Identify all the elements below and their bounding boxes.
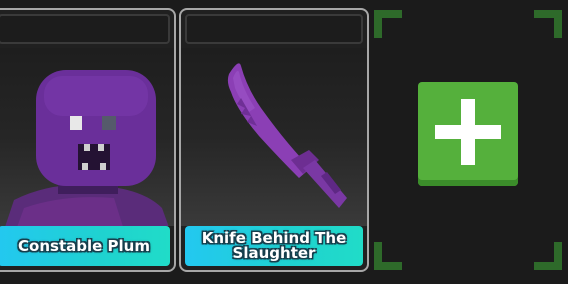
item-card-header bbox=[0, 14, 170, 44]
corner-bracket-icon bbox=[534, 242, 562, 270]
character-thumbnail bbox=[0, 48, 174, 226]
corner-bracket-icon bbox=[534, 10, 562, 38]
item-name-label: Constable Plum bbox=[0, 226, 170, 266]
item-name-label: Knife Behind The Slaughter bbox=[185, 226, 363, 266]
character-avatar-icon bbox=[5, 70, 169, 226]
weapon-thumbnail bbox=[181, 48, 367, 226]
item-card-knife[interactable]: Knife Behind The Slaughter bbox=[179, 8, 369, 272]
corner-bracket-icon bbox=[374, 242, 402, 270]
add-item-button[interactable] bbox=[418, 82, 518, 186]
add-item-slot[interactable] bbox=[374, 10, 562, 270]
corner-bracket-icon bbox=[374, 10, 402, 38]
knife-icon bbox=[227, 63, 347, 208]
item-card-constable-plum[interactable]: Constable Plum bbox=[0, 8, 176, 272]
item-card-header bbox=[185, 14, 363, 44]
